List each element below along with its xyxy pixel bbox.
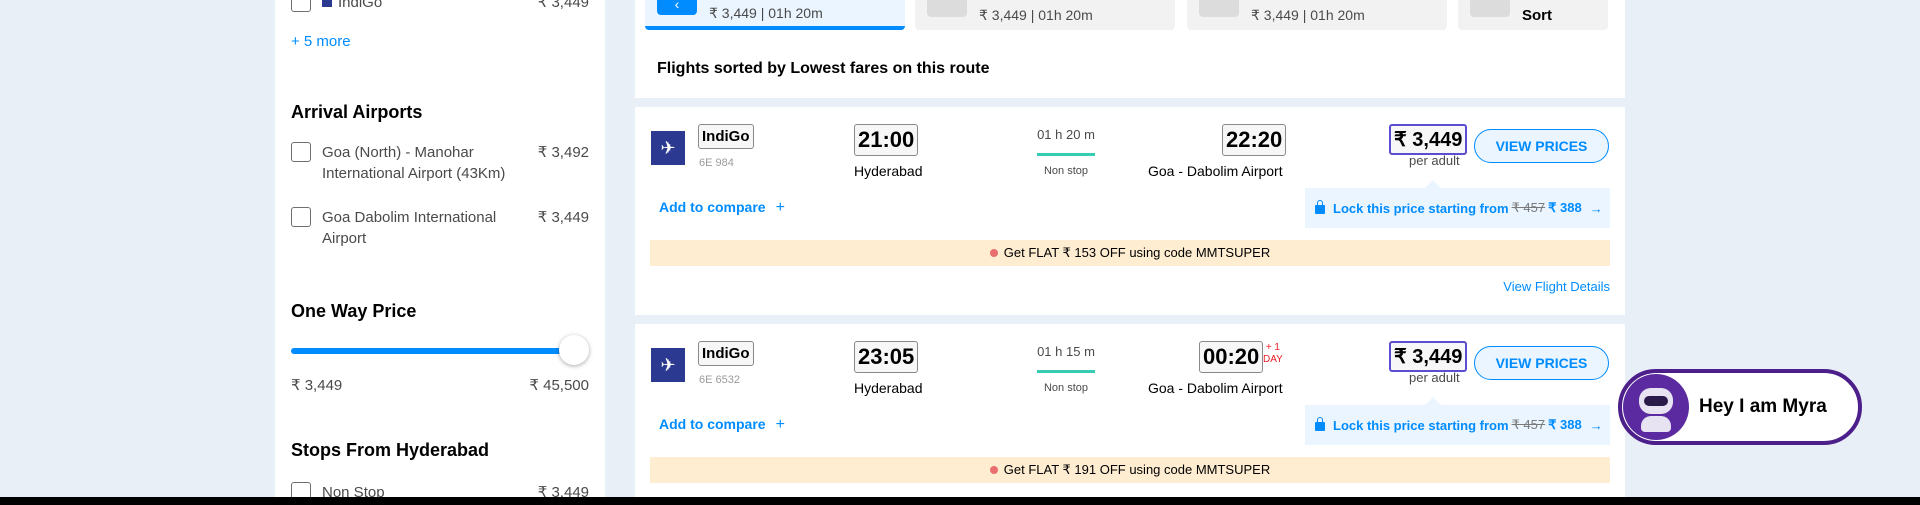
tab-nonstop-first[interactable]: ₹ 3,449 | 01h 20m bbox=[915, 0, 1175, 30]
duration-line bbox=[1037, 370, 1095, 373]
arrival-filter-label: Goa (North) - Manohar International Airp… bbox=[322, 144, 506, 182]
lock-new-price: ₹ 388 bbox=[1548, 417, 1582, 432]
per-adult-label: per adult bbox=[1409, 153, 1460, 168]
arrival-airports-heading: Arrival Airports bbox=[291, 102, 423, 122]
results-panel: ‹ ₹ 3,449 | 01h 20m ₹ 3,449 | 01h 20m ₹ … bbox=[635, 0, 1625, 505]
plus-day-count: + 1 bbox=[1265, 342, 1280, 353]
flight-card: ✈ IndiGo 6E 984 21:00 Hyderabad 01 h 20 … bbox=[635, 107, 1625, 315]
flight-price: ₹ 3,449 bbox=[1389, 341, 1468, 372]
lock-icon bbox=[1315, 417, 1325, 431]
compare-label: Add to compare bbox=[659, 416, 766, 432]
more-airlines-link[interactable]: + 5 more bbox=[291, 33, 351, 50]
add-to-compare[interactable]: Add to compare + bbox=[659, 199, 785, 217]
arrival-filter-price: ₹ 3,449 bbox=[537, 209, 589, 226]
arrival-filter-price: ₹ 3,492 bbox=[537, 144, 589, 161]
sort-tabs: ‹ ₹ 3,449 | 01h 20m ₹ 3,449 | 01h 20m ₹ … bbox=[635, 0, 1625, 98]
stop-info: Non stop bbox=[1043, 165, 1089, 177]
indigo-logo-icon: ✈ bbox=[651, 131, 685, 165]
tab-cheapest[interactable]: ‹ ₹ 3,449 | 01h 20m bbox=[645, 0, 905, 30]
lock-notch bbox=[1425, 180, 1441, 188]
indigo-logo-icon: ✈ bbox=[651, 348, 685, 382]
filters-sidebar: IndiGo ₹ 3,449 + 5 more Arrival Airports… bbox=[275, 0, 605, 505]
flight-duration: 01 h 20 m bbox=[1037, 127, 1095, 142]
add-to-compare[interactable]: Add to compare + bbox=[659, 416, 785, 434]
airline-filter-label: IndiGo bbox=[338, 0, 383, 11]
offer-banner: Get FLAT ₹ 191 OFF using code MMTSUPER bbox=[650, 457, 1610, 483]
lock-old-price: ₹ 457 bbox=[1511, 417, 1546, 432]
bottom-bar bbox=[0, 497, 1920, 505]
arrival-filter-row[interactable]: Goa (North) - Manohar International Airp… bbox=[291, 142, 589, 184]
lock-price-banner[interactable]: Lock this price starting from ₹ 457 ₹ 38… bbox=[1305, 405, 1610, 445]
airline-filter-row[interactable]: IndiGo ₹ 3,449 bbox=[291, 0, 589, 13]
plus-icon: + bbox=[775, 416, 785, 433]
one-way-price-heading: One Way Price bbox=[291, 301, 417, 321]
arrival-checkbox[interactable] bbox=[291, 142, 311, 162]
sort-label: Sort bbox=[1522, 6, 1552, 24]
stop-info: Non stop bbox=[1043, 382, 1089, 394]
lock-icon bbox=[1315, 200, 1325, 214]
lock-price-banner[interactable]: Lock this price starting from ₹ 457 ₹ 38… bbox=[1305, 188, 1610, 228]
arrival-checkbox[interactable] bbox=[291, 207, 311, 227]
flight-number: 6E 6532 bbox=[699, 374, 740, 386]
arrival-city: Goa - Dabolim Airport bbox=[1148, 380, 1283, 396]
departure-time: 21:00 bbox=[854, 124, 919, 156]
departure-time: 23:05 bbox=[854, 341, 919, 373]
price-slider-track[interactable] bbox=[291, 348, 576, 354]
compare-label: Add to compare bbox=[659, 199, 766, 215]
view-flight-details-link[interactable]: View Flight Details bbox=[1503, 279, 1610, 294]
myra-chat-widget[interactable]: Hey I am Myra bbox=[1618, 369, 1862, 445]
plus-day-label: DAY bbox=[1263, 354, 1283, 365]
flight-card: ✈ IndiGo 6E 6532 23:05 Hyderabad 01 h 15… bbox=[635, 324, 1625, 505]
offer-dot-icon bbox=[989, 249, 998, 257]
indigo-logo-icon bbox=[322, 0, 332, 7]
departure-city: Hyderabad bbox=[854, 380, 923, 396]
lock-text: Lock this price starting from bbox=[1333, 200, 1509, 216]
sorted-title: Flights sorted by Lowest fares on this r… bbox=[657, 60, 990, 77]
sort-icon bbox=[1470, 0, 1510, 17]
offer-text: Get FLAT ₹ 153 OFF using code MMTSUPER bbox=[1003, 245, 1271, 260]
tab-label: ₹ 3,449 | 01h 20m bbox=[979, 6, 1093, 23]
tab-you-may-prefer[interactable]: ₹ 3,449 | 01h 20m bbox=[1187, 0, 1447, 30]
arrival-time: 00:20 bbox=[1199, 341, 1264, 373]
view-prices-button[interactable]: VIEW PRICES bbox=[1474, 346, 1609, 380]
airline-filter-price: ₹ 3,449 bbox=[537, 0, 589, 11]
per-adult-label: per adult bbox=[1409, 370, 1460, 385]
plus-icon: + bbox=[775, 199, 785, 216]
myra-greeting: Hey I am Myra bbox=[1699, 396, 1827, 417]
duration-line bbox=[1037, 153, 1095, 156]
offer-banner: Get FLAT ₹ 153 OFF using code MMTSUPER bbox=[650, 240, 1610, 266]
stops-heading: Stops From Hyderabad bbox=[291, 440, 490, 460]
lock-new-price: ₹ 388 bbox=[1548, 200, 1582, 215]
tab-sort[interactable]: Sort bbox=[1458, 0, 1608, 30]
price-min: ₹ 3,449 bbox=[291, 377, 343, 394]
star-icon bbox=[1199, 0, 1239, 17]
price-max: ₹ 45,500 bbox=[529, 377, 589, 394]
flight-duration: 01 h 15 m bbox=[1037, 344, 1095, 359]
arrival-time: 22:20 bbox=[1222, 124, 1287, 156]
lock-notch bbox=[1425, 397, 1441, 405]
arrival-city: Goa - Dabolim Airport bbox=[1148, 163, 1283, 179]
lock-old-price: ₹ 457 bbox=[1511, 200, 1546, 215]
lock-text: Lock this price starting from bbox=[1333, 417, 1509, 433]
flight-icon bbox=[927, 0, 967, 17]
arrow-right-icon: → bbox=[1589, 200, 1603, 216]
flight-price: ₹ 3,449 bbox=[1389, 124, 1468, 155]
airline-name: IndiGo bbox=[698, 124, 754, 149]
airline-checkbox[interactable] bbox=[291, 0, 311, 12]
tab-label: ₹ 3,449 | 01h 20m bbox=[1251, 6, 1365, 23]
airline-name: IndiGo bbox=[698, 341, 754, 366]
cheapest-icon: ‹ bbox=[657, 0, 697, 15]
arrival-filter-row[interactable]: Goa Dabolim International Airport ₹ 3,44… bbox=[291, 207, 589, 249]
tab-label: ₹ 3,449 | 01h 20m bbox=[709, 4, 823, 21]
arrow-right-icon: → bbox=[1589, 417, 1603, 433]
price-slider-handle[interactable] bbox=[559, 335, 589, 365]
departure-city: Hyderabad bbox=[854, 163, 923, 179]
view-prices-button[interactable]: VIEW PRICES bbox=[1474, 129, 1609, 163]
plus-day-badge: + 1 DAY bbox=[1263, 342, 1283, 366]
offer-text: Get FLAT ₹ 191 OFF using code MMTSUPER bbox=[1003, 462, 1271, 477]
arrival-filter-label: Goa Dabolim International Airport bbox=[322, 209, 497, 247]
myra-robot-icon bbox=[1623, 374, 1689, 440]
offer-dot-icon bbox=[989, 466, 998, 474]
flight-number: 6E 984 bbox=[699, 157, 734, 169]
